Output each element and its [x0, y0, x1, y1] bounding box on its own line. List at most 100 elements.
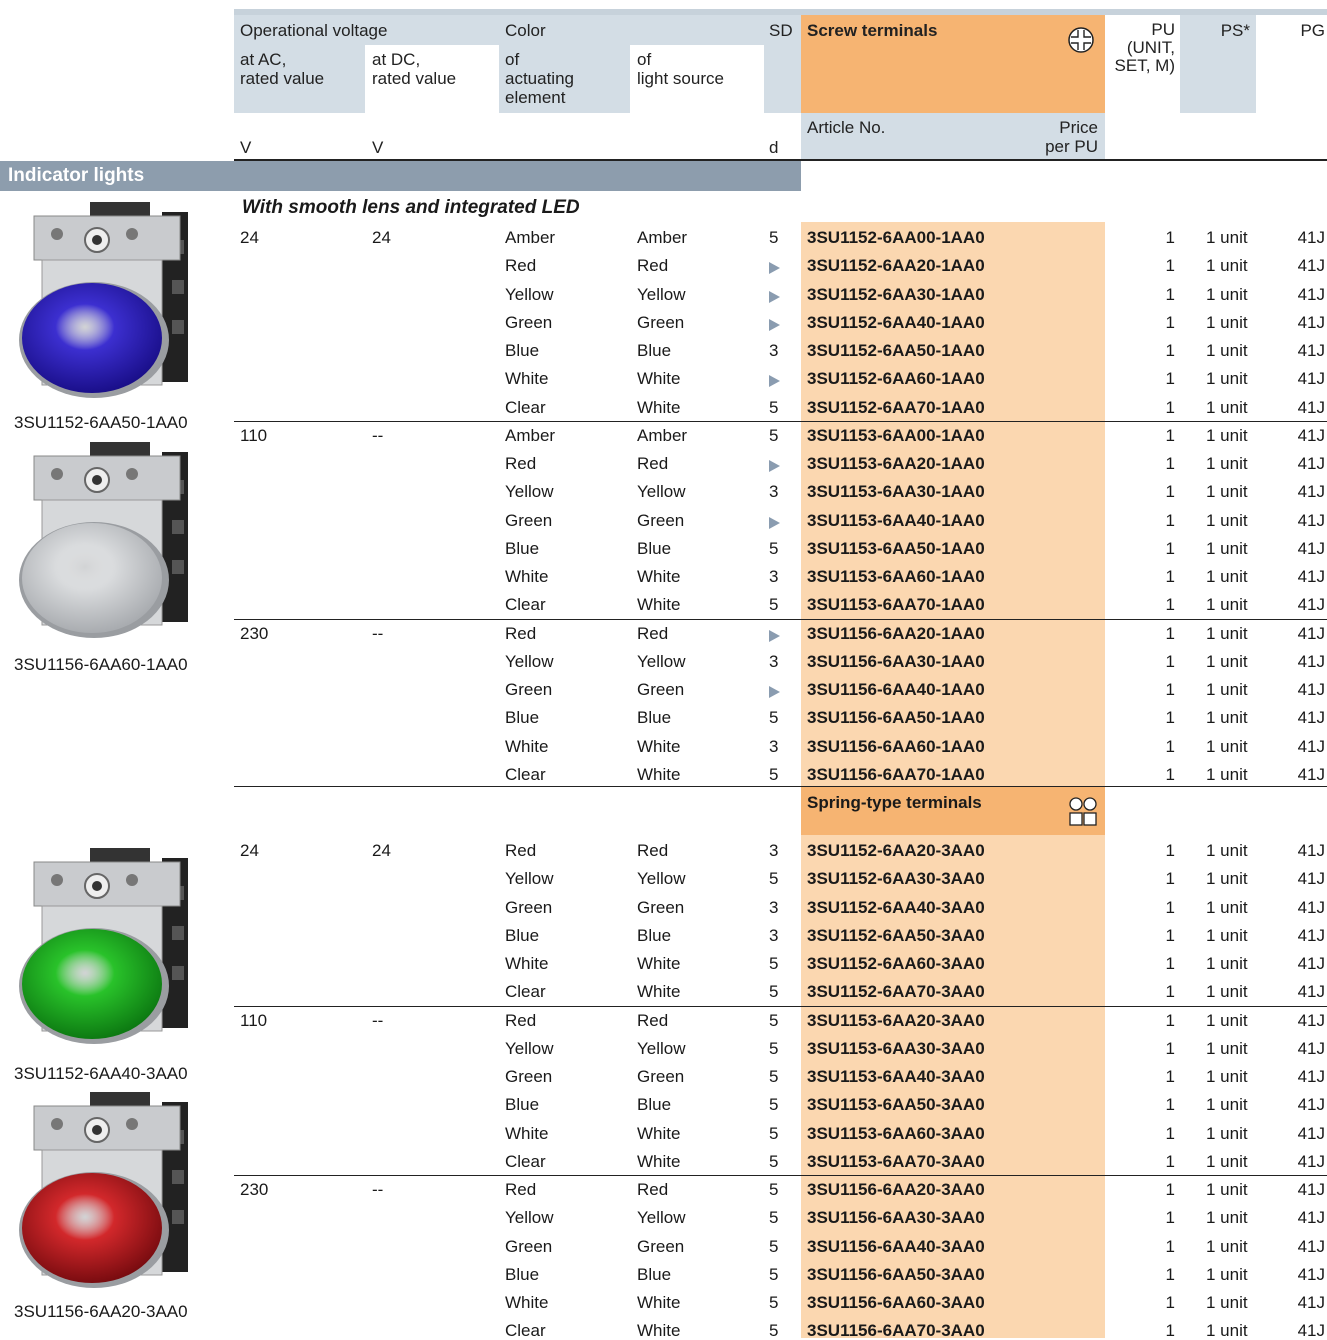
- screw_rows-cell-light: Red: [637, 454, 669, 473]
- header-ps: PS*: [1220, 21, 1250, 40]
- product-photo-caption: 3SU1152-6AA40-3AA0: [14, 1064, 188, 1083]
- screw_rows-cell-light: Red: [637, 256, 669, 276]
- spring_rows-cell-act: Clear: [505, 1321, 546, 1340]
- screw_rows-cell-art: 3SU1156-6AA70-1AA0: [807, 764, 985, 784]
- header-pu: PU (UNIT, SET, M): [1114, 20, 1175, 75]
- spring_rows-cell-light: Red: [637, 1180, 669, 1199]
- spring_rows-cell-light: White: [637, 1321, 681, 1340]
- screw_rows-cell-ac: 110: [240, 425, 268, 445]
- screw_rows-cell-light: White: [637, 736, 681, 756]
- screw_rows-cell-act: White: [505, 736, 549, 756]
- spring_rows-cell-pg: 41J: [1297, 982, 1325, 1002]
- screw_rows-cell-art: 3SU1153-6AA70-1AA0: [807, 595, 985, 615]
- screw_rows-cell-art: 3SU1152-6AA40-1AA0: [807, 312, 985, 332]
- spring-terminals-title: Spring-type terminals: [807, 793, 982, 812]
- spring_rows-cell-art: 3SU1152-6AA50-3AA0: [807, 925, 985, 945]
- screw_rows-cell-light: White: [637, 595, 681, 615]
- spring_rows-cell-pu: 1: [1165, 841, 1175, 860]
- screw_rows-cell-pu: 1: [1165, 369, 1175, 389]
- spring_rows-cell-pg: 41J: [1297, 1236, 1325, 1256]
- spring_rows-cell-pu: 1: [1165, 1067, 1175, 1086]
- screw_rows-cell-sd: 5: [769, 425, 779, 445]
- spring_rows-cell-sd: 5: [769, 869, 779, 889]
- spring_rows-cell-act: Green: [505, 897, 553, 917]
- spring_rows-cell-act: White: [505, 1123, 549, 1143]
- screw_rows-cell-sd: 3: [769, 341, 779, 360]
- spring_rows-cell-pg: 41J: [1297, 869, 1325, 889]
- header-color: Color: [505, 21, 546, 40]
- spring_rows-cell-sd: 5: [769, 1067, 779, 1086]
- screw_rows-cell-art: 3SU1153-6AA60-1AA0: [807, 567, 985, 586]
- spring_rows-cell-act: White: [505, 1293, 549, 1312]
- screw_rows-cell-pu: 1: [1165, 708, 1175, 728]
- spring_rows-cell-light: White: [637, 1293, 681, 1312]
- screw_rows-cell-pg: 41J: [1297, 284, 1325, 304]
- product-photo-caption: 3SU1152-6AA50-1AA0: [14, 413, 188, 432]
- screw_rows-cell-light: Blue: [637, 341, 672, 360]
- screw_rows-cell-art: 3SU1152-6AA20-1AA0: [807, 256, 985, 276]
- spring_rows-cell-pu: 1: [1165, 897, 1175, 917]
- spring_rows-cell-art: 3SU1156-6AA40-3AA0: [807, 1236, 985, 1256]
- screw_rows-cell-pu: 1: [1165, 454, 1175, 473]
- spring_rows-cell-art: 3SU1153-6AA30-3AA0: [807, 1038, 985, 1058]
- spring_rows-cell-act: Blue: [505, 925, 540, 945]
- spring_rows-cell-ac: 110: [240, 1010, 268, 1030]
- spring_rows-cell-act: Clear: [505, 1151, 546, 1171]
- screw_rows-cell-pu: 1: [1165, 595, 1175, 615]
- subsection-title: With smooth lens and integrated LED: [242, 197, 580, 218]
- screw_rows-cell-pg: 41J: [1297, 397, 1325, 417]
- spring_rows-cell-pg: 41J: [1297, 897, 1325, 917]
- screw_rows-cell-sd: 5: [769, 708, 779, 728]
- header-operational-voltage: Operational voltage: [240, 21, 388, 40]
- spring_rows-cell-act: Yellow: [505, 869, 554, 889]
- spring_rows-cell-act: Yellow: [505, 1208, 554, 1228]
- spring_rows-cell-pg: 41J: [1297, 841, 1325, 860]
- spring_rows-cell-art: 3SU1153-6AA70-3AA0: [807, 1151, 985, 1171]
- spring_rows-cell-art: 3SU1156-6AA50-3AA0: [807, 1264, 985, 1284]
- screw_rows-cell-pu: 1: [1165, 680, 1175, 699]
- spring_rows-cell-pg: 41J: [1297, 1208, 1325, 1228]
- header-unit-v-dc: V: [372, 138, 384, 157]
- spring_rows-cell-act: Green: [505, 1236, 553, 1256]
- spring_rows-cell-sd: 5: [769, 1095, 779, 1115]
- screw_rows-cell-pu: 1: [1165, 284, 1175, 304]
- screw_rows-cell-pg: 41J: [1297, 538, 1325, 558]
- spring_rows-cell-light: Yellow: [637, 1038, 686, 1058]
- spring-terminal-icon: [1068, 796, 1098, 833]
- header-pg: PG: [1300, 21, 1325, 40]
- screw_rows-cell-light: White: [637, 369, 681, 389]
- spring_rows-cell-pu: 1: [1165, 1010, 1175, 1030]
- spring_rows-cell-act: Red: [505, 1010, 537, 1030]
- sd-arrow-icon: [769, 259, 799, 278]
- screw_rows-cell-light: Yellow: [637, 284, 686, 304]
- spring_rows-cell-sd: 5: [769, 1010, 779, 1030]
- sd-arrow-icon-shape: [769, 262, 780, 275]
- spring_rows-cell-pu: 1: [1165, 1236, 1175, 1256]
- screw_rows-cell-pg: 41J: [1297, 312, 1325, 332]
- spring_rows-cell-sd: 5: [769, 1180, 779, 1199]
- screw_rows-cell-pg: 41J: [1297, 595, 1325, 615]
- product-photo-caption: 3SU1156-6AA60-1AA0: [14, 655, 188, 674]
- spring_rows-cell-art: 3SU1153-6AA40-3AA0: [807, 1067, 985, 1086]
- spring_rows-cell-art: 3SU1156-6AA20-3AA0: [807, 1180, 985, 1199]
- spring_rows-cell-ac: 230: [240, 1180, 269, 1199]
- spring_rows-cell-art: 3SU1152-6AA40-3AA0: [807, 897, 985, 917]
- sd-arrow-icon: [769, 514, 799, 533]
- sd-arrow-icon-shape: [769, 629, 780, 642]
- screw_rows-cell-art: 3SU1152-6AA70-1AA0: [807, 397, 985, 417]
- screw_rows-cell-act: Blue: [505, 708, 540, 728]
- product-photo: [12, 440, 202, 650]
- screw_rows-cell-pg: 41J: [1297, 567, 1325, 586]
- spring_rows-cell-art: 3SU1156-6AA70-3AA0: [807, 1321, 985, 1340]
- screw_rows-cell-act: Red: [505, 454, 537, 473]
- spring_rows-cell-sd: 5: [769, 1293, 779, 1312]
- screw_rows-cell-act: Blue: [505, 341, 540, 360]
- spring_rows-cell-pg: 41J: [1297, 1067, 1325, 1086]
- spring_rows-cell-act: Red: [505, 1180, 537, 1199]
- screw_rows-cell-act: Green: [505, 312, 553, 332]
- screw-article-column-bg: [801, 222, 1105, 786]
- screw_rows-cell-act: Clear: [505, 764, 546, 784]
- screw_rows-cell-pg: 41J: [1297, 369, 1325, 389]
- screw_rows-cell-pg: 41J: [1297, 736, 1325, 756]
- group-divider: [234, 1005, 1327, 1007]
